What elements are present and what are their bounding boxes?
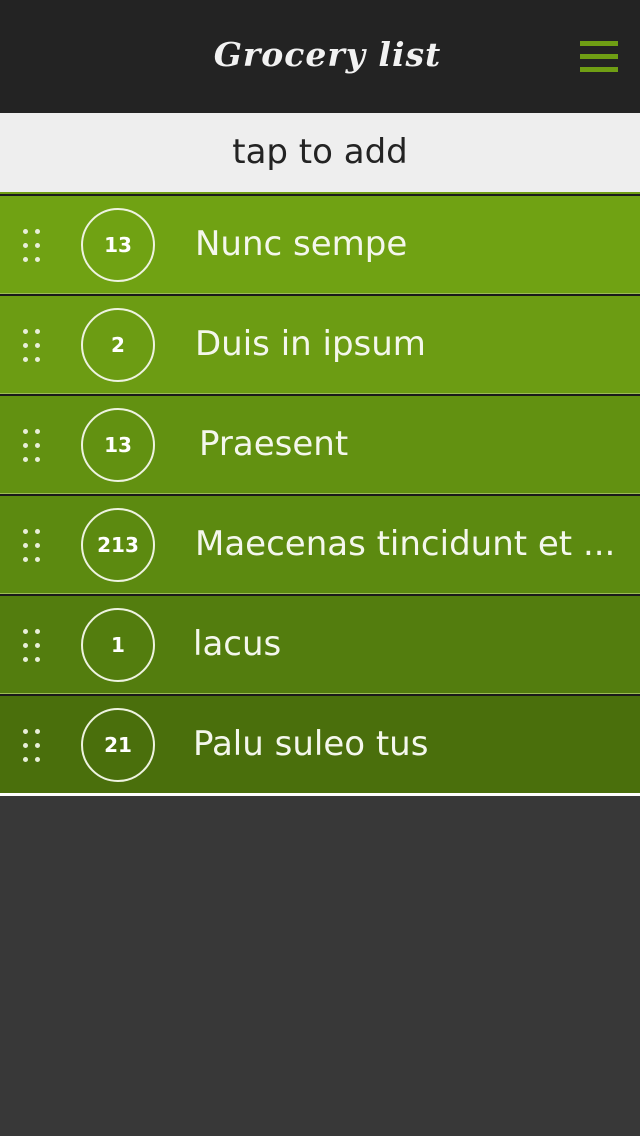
list-item[interactable]: 13 Nunc sempe — [0, 194, 640, 294]
app-title: Grocery list — [213, 35, 442, 74]
drag-handle-icon[interactable] — [18, 326, 44, 366]
quantity-badge: 213 — [81, 508, 155, 582]
quantity-badge: 2 — [81, 308, 155, 382]
quantity-badge: 13 — [81, 208, 155, 282]
item-name: Duis in ipsum — [195, 324, 426, 364]
list-item[interactable]: 13 Praesent — [0, 394, 640, 494]
grocery-list: 13 Nunc sempe 2 Duis in ipsum 13 Praesent 213 M… — [0, 194, 640, 796]
list-item[interactable]: 1 lacus — [0, 594, 640, 694]
menu-button[interactable] — [570, 32, 626, 82]
add-item-input[interactable]: tap to add — [0, 113, 640, 194]
item-name: Nunc sempe — [195, 224, 408, 264]
item-name: lacus — [193, 624, 282, 664]
quantity-badge: 13 — [81, 408, 155, 482]
drag-handle-icon[interactable] — [18, 726, 44, 766]
drag-handle-icon[interactable] — [18, 226, 44, 266]
quantity-badge: 1 — [81, 608, 155, 682]
drag-handle-icon[interactable] — [18, 426, 44, 466]
drag-handle-icon[interactable] — [18, 626, 44, 666]
item-name: Palu suleo tus — [193, 724, 429, 764]
app-header: Grocery list — [0, 0, 640, 113]
hamburger-menu-icon — [580, 41, 618, 46]
add-item-placeholder: tap to add — [232, 132, 408, 172]
list-item[interactable]: 213 Maecenas tincidunt et ... — [0, 494, 640, 594]
list-item[interactable]: 21 Palu suleo tus — [0, 694, 640, 796]
list-item[interactable]: 2 Duis in ipsum — [0, 294, 640, 394]
item-name: Praesent — [199, 424, 349, 464]
drag-handle-icon[interactable] — [18, 526, 44, 566]
item-name: Maecenas tincidunt et ... — [195, 524, 616, 564]
quantity-badge: 21 — [81, 708, 155, 782]
